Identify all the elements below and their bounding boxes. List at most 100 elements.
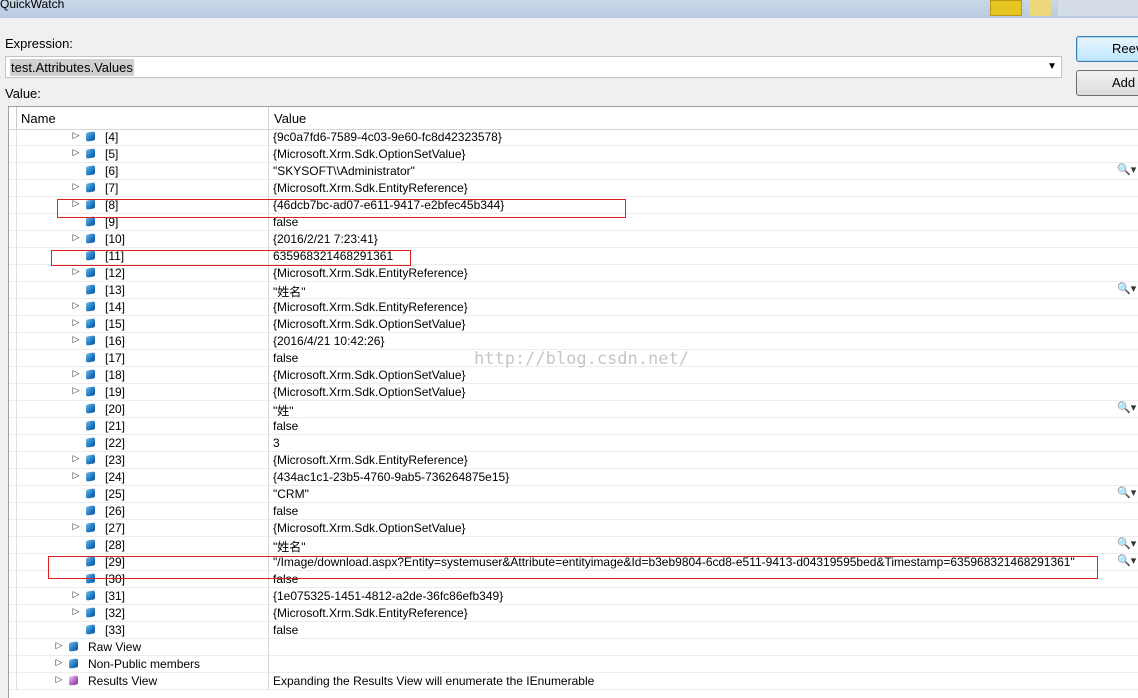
row-value[interactable]: {Microsoft.Xrm.Sdk.OptionSetValue} — [273, 521, 466, 535]
column-divider — [268, 146, 269, 163]
row-value[interactable]: false — [273, 351, 298, 365]
column-header-value[interactable]: Value — [274, 111, 306, 126]
row-value[interactable]: "姓" — [273, 402, 294, 419]
expand-icon[interactable]: ▷ — [71, 385, 81, 396]
table-row[interactable]: ▷ [23] {Microsoft.Xrm.Sdk.EntityReference} — [9, 452, 1138, 469]
magnifier-icon[interactable]: 🔍▾ — [1117, 163, 1136, 176]
add-watch-button[interactable]: Add — [1076, 70, 1138, 96]
table-row[interactable]: [33] false — [9, 622, 1138, 639]
expand-icon[interactable]: ▷ — [71, 334, 81, 345]
table-row[interactable]: [22] 3 — [9, 435, 1138, 452]
row-value[interactable]: "CRM" — [273, 487, 309, 501]
row-value[interactable]: {Microsoft.Xrm.Sdk.EntityReference} — [273, 181, 468, 195]
row-name: [16] — [105, 334, 126, 348]
expand-icon[interactable]: ▷ — [71, 181, 81, 192]
chevron-down-icon[interactable]: ▼ — [1047, 61, 1057, 72]
expand-icon[interactable]: ▷ — [71, 453, 81, 464]
magnifier-icon[interactable]: 🔍▾ — [1117, 282, 1136, 295]
expand-icon[interactable]: ▷ — [71, 606, 81, 617]
row-name: [24] — [105, 470, 126, 484]
table-row[interactable]: [26] false — [9, 503, 1138, 520]
magnifier-icon[interactable]: 🔍▾ — [1117, 554, 1136, 567]
row-name: [22] — [105, 436, 126, 450]
watermark: http://blog.csdn.net/ — [474, 349, 689, 369]
table-row[interactable]: [28] "姓名" 🔍▾ — [9, 537, 1138, 554]
expand-icon[interactable]: ▷ — [71, 317, 81, 328]
row-value[interactable]: "姓名" — [273, 538, 306, 555]
quick-launch-box[interactable] — [1058, 0, 1138, 16]
table-row[interactable]: ▷ [16] {2016/4/21 10:42:26} — [9, 333, 1138, 350]
table-row[interactable]: ▷ [10] {2016/2/21 7:23:41} — [9, 231, 1138, 248]
table-row[interactable]: [20] "姓" 🔍▾ — [9, 401, 1138, 418]
table-row[interactable]: ▷ [7] {Microsoft.Xrm.Sdk.EntityReference} — [9, 180, 1138, 197]
table-row[interactable]: ▷ [27] {Microsoft.Xrm.Sdk.OptionSetValue} — [9, 520, 1138, 537]
row-name: [19] — [105, 385, 126, 399]
table-row[interactable]: [25] "CRM" 🔍▾ — [9, 486, 1138, 503]
table-row[interactable]: ▷ [19] {Microsoft.Xrm.Sdk.OptionSetValue} — [9, 384, 1138, 401]
watch-grid[interactable]: Name Value ▷ [4] {9c0a7fd6-7589-4c03-9e60-… — [8, 106, 1138, 698]
expand-icon[interactable]: ▷ — [54, 640, 64, 651]
row-value[interactable]: {9c0a7fd6-7589-4c03-9e60-fc8d42323578} — [273, 130, 502, 144]
table-row[interactable]: ▷ Non-Public members — [9, 656, 1138, 673]
expand-icon[interactable]: ▷ — [71, 589, 81, 600]
row-value[interactable]: {2016/4/21 10:42:26} — [273, 334, 384, 348]
expand-icon[interactable]: ▷ — [54, 674, 64, 685]
table-row[interactable]: ▷ [4] {9c0a7fd6-7589-4c03-9e60-fc8d4232357… — [9, 129, 1138, 146]
table-row[interactable]: ▷ [18] {Microsoft.Xrm.Sdk.OptionSetValue} — [9, 367, 1138, 384]
row-value[interactable]: "姓名" — [273, 283, 306, 300]
row-value[interactable]: {Microsoft.Xrm.Sdk.OptionSetValue} — [273, 385, 466, 399]
expression-input[interactable]: test.Attributes.Values ▼ — [5, 56, 1062, 78]
column-divider — [268, 486, 269, 503]
table-row[interactable]: ▷ Raw View — [9, 639, 1138, 656]
row-value[interactable]: "SKYSOFT\\Administrator" — [273, 164, 415, 178]
table-row[interactable]: ▷ [14] {Microsoft.Xrm.Sdk.EntityReference} — [9, 299, 1138, 316]
expand-icon[interactable]: ▷ — [71, 368, 81, 379]
table-row[interactable]: ▷ [12] {Microsoft.Xrm.Sdk.EntityReference} — [9, 265, 1138, 282]
expand-icon[interactable]: ▷ — [71, 470, 81, 481]
row-name: [4] — [105, 130, 119, 144]
table-row[interactable]: ▷ [15] {Microsoft.Xrm.Sdk.OptionSetValue} — [9, 316, 1138, 333]
row-name: [5] — [105, 147, 119, 161]
expression-value[interactable]: test.Attributes.Values — [10, 59, 134, 76]
table-row[interactable]: ▷ [24] {434ac1c1-23b5-4760-9ab5-736264875e… — [9, 469, 1138, 486]
row-value[interactable]: false — [273, 419, 298, 433]
row-value[interactable]: {2016/2/21 7:23:41} — [273, 232, 378, 246]
expand-icon[interactable]: ▷ — [71, 130, 81, 141]
row-value[interactable]: {Microsoft.Xrm.Sdk.EntityReference} — [273, 606, 468, 620]
column-divider[interactable] — [268, 107, 269, 129]
row-value[interactable]: {Microsoft.Xrm.Sdk.EntityReference} — [273, 300, 468, 314]
row-value[interactable]: {1e075325-1451-4812-a2de-36fc86efb349} — [273, 589, 503, 603]
field-icon — [86, 148, 95, 159]
reevaluate-button[interactable]: Reev — [1076, 36, 1138, 62]
expand-icon[interactable]: ▷ — [71, 266, 81, 277]
magnifier-icon[interactable]: 🔍▾ — [1117, 486, 1136, 499]
expand-icon[interactable]: ▷ — [71, 521, 81, 532]
toolbar-button[interactable] — [1029, 0, 1051, 16]
table-row[interactable]: [21] false — [9, 418, 1138, 435]
row-value[interactable]: false — [273, 623, 298, 637]
table-row[interactable]: ▷ [31] {1e075325-1451-4812-a2de-36fc86efb3… — [9, 588, 1138, 605]
column-header-name[interactable]: Name — [21, 111, 56, 126]
row-value[interactable]: {Microsoft.Xrm.Sdk.EntityReference} — [273, 266, 468, 280]
row-value[interactable]: {Microsoft.Xrm.Sdk.OptionSetValue} — [273, 317, 466, 331]
row-value[interactable]: false — [273, 504, 298, 518]
toolbar-button[interactable] — [990, 0, 1022, 16]
expand-icon[interactable]: ▷ — [71, 147, 81, 158]
expand-icon[interactable]: ▷ — [71, 232, 81, 243]
magnifier-icon[interactable]: 🔍▾ — [1117, 401, 1136, 414]
row-value[interactable]: Expanding the Results View will enumerat… — [273, 674, 594, 688]
table-row[interactable]: [6] "SKYSOFT\\Administrator" 🔍▾ — [9, 163, 1138, 180]
row-value[interactable]: {434ac1c1-23b5-4760-9ab5-736264875e15} — [273, 470, 509, 484]
table-row[interactable]: ▷ [5] {Microsoft.Xrm.Sdk.OptionSetValue} — [9, 146, 1138, 163]
magnifier-icon[interactable]: 🔍▾ — [1117, 537, 1136, 550]
table-row[interactable]: ▷ Results View Expanding the Results View … — [9, 673, 1138, 690]
table-row[interactable]: ▷ [32] {Microsoft.Xrm.Sdk.EntityReference} — [9, 605, 1138, 622]
row-value[interactable]: 3 — [273, 436, 280, 450]
row-value[interactable]: {Microsoft.Xrm.Sdk.OptionSetValue} — [273, 368, 466, 382]
table-row[interactable]: [13] "姓名" 🔍▾ — [9, 282, 1138, 299]
field-icon — [86, 539, 95, 550]
expand-icon[interactable]: ▷ — [71, 300, 81, 311]
expand-icon[interactable]: ▷ — [54, 657, 64, 668]
row-value[interactable]: {Microsoft.Xrm.Sdk.OptionSetValue} — [273, 147, 466, 161]
row-value[interactable]: {Microsoft.Xrm.Sdk.EntityReference} — [273, 453, 468, 467]
